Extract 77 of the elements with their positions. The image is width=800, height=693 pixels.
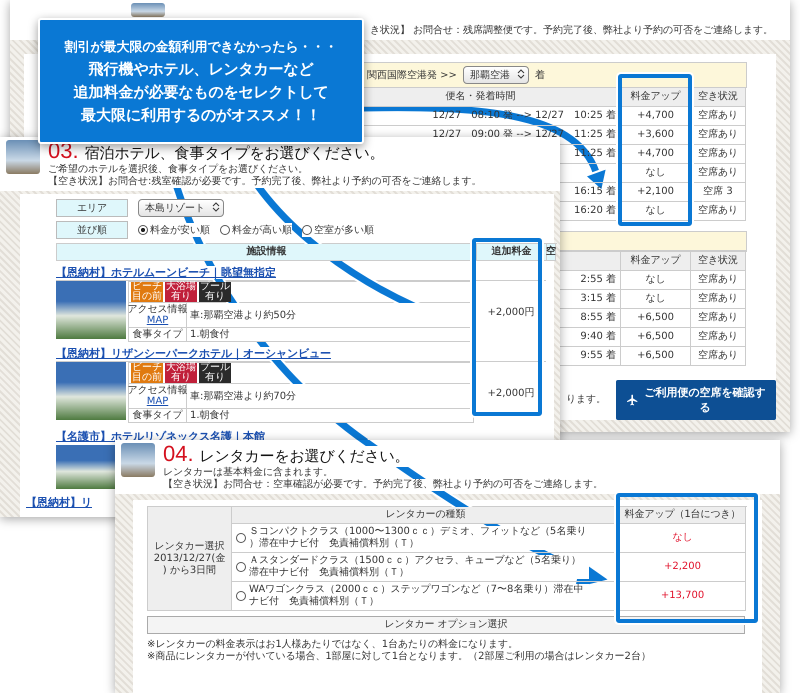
fare-cell: +6,500: [621, 347, 691, 366]
hotel-name-link[interactable]: 【恩納村】リ: [26, 496, 92, 509]
fare-cell: +3,600: [621, 126, 691, 145]
sort-option[interactable]: 空室が多い順: [302, 223, 374, 237]
sort-label: 並び順: [56, 221, 128, 239]
column-header: 追加料金: [477, 244, 547, 261]
column-header: 空き状況: [691, 252, 746, 271]
fare-cell: なし: [621, 290, 691, 309]
fare-cell: なし: [620, 524, 746, 553]
status-cell: 空席あり: [691, 328, 746, 347]
fare-cell: +13,700: [620, 582, 746, 611]
note-text: ※商品にレンタカーが付いている場合、1部屋に対して1台となります。（2部屋ご利用の場合はレンタカー2台）: [147, 651, 652, 663]
callout-text: 割引が最大限の金額利用できなかったら・・・: [64, 38, 338, 56]
status-cell: 空席あり: [691, 347, 746, 366]
airplane-icon: [626, 393, 639, 407]
feature-tag: ビーチ目の前: [131, 282, 163, 302]
column-header: 施設情報: [57, 244, 477, 261]
hotel-name-link[interactable]: 【恩納村】リザンシーパークホテル｜オーシャンビュー: [56, 347, 331, 360]
availability-notice: き状況】 お問合せ：残席調整便です。予約完了後、弊社より予約の可否をご連絡します。: [370, 24, 774, 37]
fare-cell: +2,100: [621, 183, 691, 202]
status-cell: 空席 3: [691, 183, 746, 202]
feature-tag: プール有り: [199, 282, 231, 302]
status-cell: 空席あり: [691, 202, 746, 221]
status-cell: 空席あり: [691, 126, 746, 145]
callout-text: 最大限に利用するのがオススメ！！: [81, 106, 321, 124]
stepper-icon: [211, 202, 221, 212]
fee-cell-text: +2,000円: [486, 386, 536, 400]
feature-tag: ビーチ目の前: [131, 363, 163, 383]
fare-cell: +4,700: [621, 107, 691, 126]
column-header: 料金アップ（1台につき）: [620, 507, 746, 524]
meal-cell: 1.朝食付: [187, 409, 474, 423]
feature-tag: 大浴場有り: [165, 282, 197, 302]
option-select-button[interactable]: レンタカー オプション選択: [147, 616, 745, 634]
column-header: 料金アップ: [621, 88, 691, 107]
map-link[interactable]: MAP: [146, 396, 168, 407]
status-cell: 空席あり: [691, 107, 746, 126]
section-title: レンタカーをお選びください。: [200, 446, 410, 467]
fare-cell: +6,500: [621, 309, 691, 328]
confirm-seats-button[interactable]: ご利用便の空席を確認する: [616, 380, 776, 420]
arrival-select[interactable]: 那覇空港: [462, 66, 529, 84]
fare-cell: +2,200: [620, 553, 746, 582]
fare-cell: +6,500: [621, 328, 691, 347]
meal-label: 食事タイプ: [129, 328, 187, 342]
photo-placeholder: [56, 362, 126, 420]
status-cell: 空席あり: [691, 309, 746, 328]
hotel-name-link[interactable]: 【恩納村】ホテルムーンビーチ｜眺望無指定: [56, 266, 276, 279]
feature-tag: 大浴場有り: [165, 363, 197, 383]
status-cell: 空席あり: [691, 164, 746, 183]
stepper-icon: [516, 69, 526, 79]
callout-text: 追加料金が必要なものをセレクトして: [74, 82, 328, 102]
note-text: ります。: [566, 394, 606, 406]
step-number: 04.: [163, 443, 194, 464]
callout-text: 飛行機やホテル、レンタカーなど: [88, 60, 314, 78]
access-label: アクセス情報: [128, 385, 188, 396]
status-cell: 空席あり: [691, 290, 746, 309]
sort-option[interactable]: 料金が安い順: [138, 223, 210, 237]
arrival-label: 着: [534, 68, 545, 82]
fare-cell: +4,700: [621, 145, 691, 164]
area-select[interactable]: 本島リゾート: [138, 199, 224, 217]
area-label: エリア: [56, 199, 128, 217]
access-label: アクセス情報: [128, 304, 188, 315]
photo-placeholder: [56, 281, 126, 339]
status-cell: 空席あり: [691, 271, 746, 290]
departure-label: 関西国際空港発 >>: [367, 68, 457, 82]
column-header: 料金アップ: [621, 252, 691, 271]
fare-cell: なし: [621, 271, 691, 290]
meal-label: 食事タイプ: [129, 409, 187, 423]
map-link[interactable]: MAP: [146, 315, 168, 326]
column-header: 空: [547, 244, 556, 261]
note-text: ※レンタカーの料金表示はお1人様あたりではなく、1台あたりの料金になります。: [147, 639, 520, 650]
feature-tag: プール有り: [199, 363, 231, 383]
fare-cell: なし: [621, 164, 691, 183]
row-label: レンタカー選択 2013/12/27(金) から3日間: [148, 507, 232, 611]
sort-option[interactable]: 料金が高い順: [220, 223, 292, 237]
fare-cell: なし: [621, 202, 691, 221]
column-header: 空き状況: [691, 88, 746, 107]
status-cell: 空席あり: [691, 145, 746, 164]
